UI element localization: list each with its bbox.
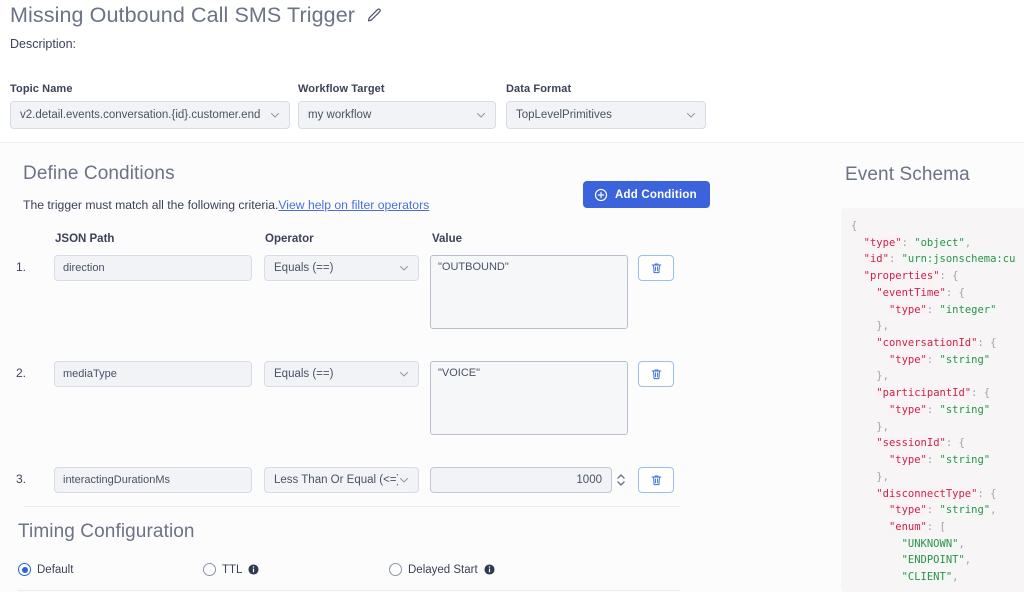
radio-delayed-start[interactable] (389, 563, 402, 576)
chevron-down-icon (475, 109, 487, 121)
column-header-value: Value (432, 233, 462, 245)
data-format-select[interactable]: TopLevelPrimitives (506, 101, 706, 129)
chevron-down-icon (685, 109, 697, 121)
value-textarea[interactable]: "VOICE" (430, 361, 628, 435)
condition-row: 3. Less Than Or Equal (<=) (0, 467, 720, 497)
json-path-input[interactable] (54, 467, 252, 493)
field-data-format: Data Format TopLevelPrimitives (506, 83, 706, 129)
value-textarea[interactable]: "OUTBOUND" (430, 255, 628, 329)
row-index: 2. (16, 366, 26, 380)
operator-select[interactable]: Equals (==) (264, 361, 419, 387)
json-path-input[interactable] (54, 255, 252, 281)
column-header-json-path: JSON Path (55, 233, 114, 245)
timing-option-delayed-start[interactable]: Delayed Start (389, 563, 495, 576)
workflow-target-select[interactable]: my workflow (298, 101, 496, 129)
condition-row: 1. Equals (==) "OUTBOUND" (0, 255, 720, 335)
conditions-divider (24, 506, 680, 507)
page-title: Missing Outbound Call SMS Trigger (10, 3, 355, 28)
operator-value: Equals (==) (274, 368, 398, 380)
page-header: Missing Outbound Call SMS Trigger Descri… (0, 0, 1024, 143)
add-condition-button[interactable]: Add Condition (583, 181, 710, 208)
radio-default[interactable] (18, 563, 31, 576)
delete-condition-button[interactable] (638, 255, 674, 281)
operator-value: Equals (==) (274, 262, 398, 274)
operator-value: Less Than Or Equal (<=) (274, 474, 398, 486)
topic-name-value: v2.detail.events.conversation.{id}.custo… (20, 109, 269, 121)
description-label: Description: (10, 37, 76, 51)
json-path-input[interactable] (54, 361, 252, 387)
trash-icon (650, 261, 663, 275)
column-header-operator: Operator (265, 233, 314, 245)
trash-icon (650, 473, 663, 487)
workflow-target-value: my workflow (308, 109, 475, 121)
timing-option-label: Delayed Start (408, 564, 478, 576)
field-workflow-target: Workflow Target my workflow (298, 83, 496, 129)
topic-name-select[interactable]: v2.detail.events.conversation.{id}.custo… (10, 101, 290, 129)
chevron-down-icon (269, 109, 281, 121)
criteria-text: The trigger must match all the following… (23, 198, 278, 212)
trash-icon (650, 367, 663, 381)
value-number-input[interactable] (430, 467, 612, 493)
row-index: 1. (16, 260, 26, 274)
filter-operators-help-link[interactable]: View help on filter operators (278, 198, 429, 212)
add-condition-label: Add Condition (615, 189, 697, 201)
event-schema-panel[interactable]: { "type": "object", "id": "urn:jsonschem… (841, 208, 1024, 592)
timing-divider (18, 590, 680, 591)
field-label-data-format: Data Format (506, 83, 706, 95)
condition-row: 2. Equals (==) "VOICE" (0, 361, 720, 441)
chevron-down-icon (398, 262, 410, 274)
field-label-topic-name: Topic Name (10, 83, 290, 95)
define-conditions-heading: Define Conditions (23, 163, 175, 185)
row-index: 3. (16, 472, 26, 486)
operator-select[interactable]: Equals (==) (264, 255, 419, 281)
timing-option-label: TTL (222, 564, 242, 576)
timing-option-label: Default (37, 564, 73, 576)
title-row: Missing Outbound Call SMS Trigger (10, 3, 383, 28)
event-schema-heading: Event Schema (845, 164, 970, 186)
radio-ttl[interactable] (203, 563, 216, 576)
delete-condition-button[interactable] (638, 467, 674, 493)
chevron-down-icon (398, 474, 410, 486)
data-format-value: TopLevelPrimitives (516, 109, 685, 121)
timing-configuration-heading: Timing Configuration (18, 521, 195, 543)
number-stepper[interactable] (615, 470, 627, 490)
operator-select[interactable]: Less Than Or Equal (<=) (264, 467, 419, 493)
field-topic-name: Topic Name v2.detail.events.conversation… (10, 83, 290, 129)
event-schema-code: { "type": "object", "id": "urn:jsonschem… (841, 208, 1024, 586)
timing-option-ttl[interactable]: TTL (203, 563, 259, 576)
pencil-icon[interactable] (366, 7, 383, 24)
timing-options-row: Default TTL Delayed Start (0, 563, 720, 583)
chevron-down-icon (398, 368, 410, 380)
plus-circle-icon (594, 188, 608, 202)
info-icon[interactable] (484, 564, 495, 575)
criteria-line: The trigger must match all the following… (23, 198, 429, 212)
timing-option-default[interactable]: Default (18, 563, 73, 576)
info-icon[interactable] (248, 564, 259, 575)
delete-condition-button[interactable] (638, 361, 674, 387)
field-label-workflow-target: Workflow Target (298, 83, 496, 95)
